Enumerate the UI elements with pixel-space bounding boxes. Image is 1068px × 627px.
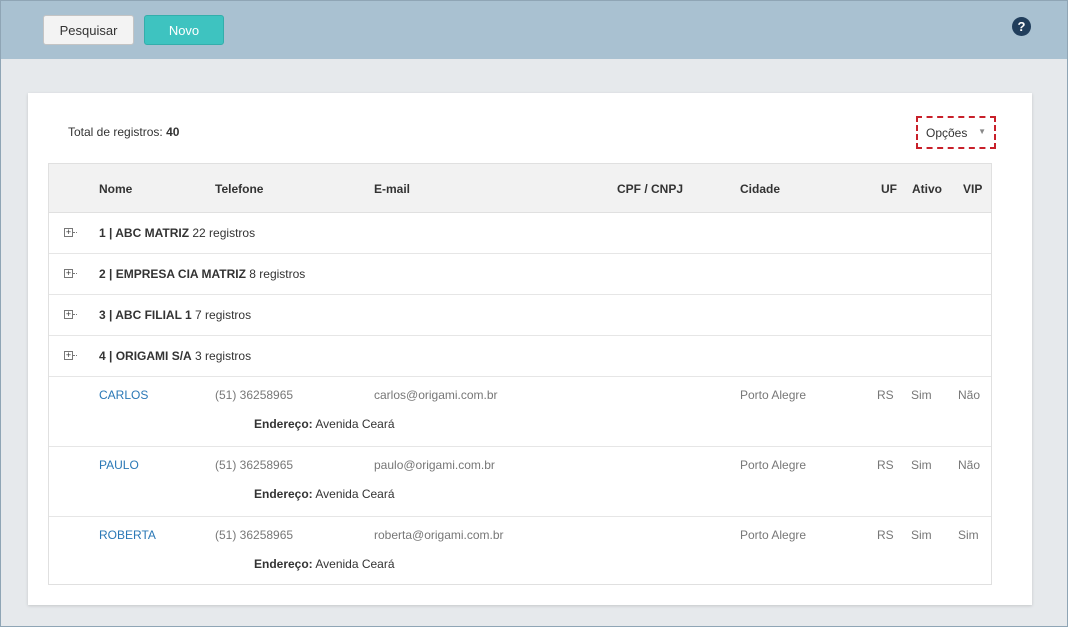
chevron-down-icon: ▼	[978, 127, 986, 136]
group-row[interactable]: + 2 | EMPRESA CIA MATRIZ 8 registros	[49, 253, 991, 295]
record-vip: Sim	[958, 528, 979, 542]
header-vip[interactable]: VIP	[963, 182, 982, 196]
record-city: Porto Alegre	[740, 388, 807, 402]
table-header: Nome Telefone E-mail CPF / CNPJ Cidade U…	[49, 164, 991, 213]
record-name-link[interactable]: CARLOS	[99, 388, 148, 402]
address-value: Avenida Ceará	[315, 487, 395, 501]
group-title: 4 | ORIGAMI S/A	[99, 349, 192, 363]
total-records-label: Total de registros:	[68, 125, 163, 139]
new-button[interactable]: Novo	[144, 15, 224, 45]
record-active: Sim	[911, 528, 932, 542]
header-email[interactable]: E-mail	[374, 182, 410, 196]
record-email: paulo@origami.com.br	[374, 458, 495, 472]
table-row[interactable]: ROBERTA (51) 36258965 roberta@origami.co…	[49, 516, 991, 586]
record-address: Endereço: Avenida Ceará	[254, 557, 395, 571]
record-address: Endereço: Avenida Ceará	[254, 417, 395, 431]
group-label: 1 | ABC MATRIZ 22 registros	[99, 226, 255, 240]
toolbar: Pesquisar Novo ?	[1, 1, 1067, 59]
search-button[interactable]: Pesquisar	[43, 15, 134, 45]
group-row[interactable]: + 3 | ABC FILIAL 1 7 registros	[49, 294, 991, 336]
record-active: Sim	[911, 388, 932, 402]
group-label: 2 | EMPRESA CIA MATRIZ 8 registros	[99, 267, 305, 281]
address-label: Endereço:	[254, 487, 313, 501]
record-name-link[interactable]: ROBERTA	[99, 528, 156, 542]
group-count: 22 registros	[192, 226, 256, 240]
record-name-link[interactable]: PAULO	[99, 458, 139, 472]
group-count: 3 registros	[195, 349, 252, 363]
expand-icon[interactable]: +	[64, 310, 77, 319]
app-window: Pesquisar Novo ? Total de registros: 40 …	[0, 0, 1068, 627]
expand-icon[interactable]: +	[64, 351, 77, 360]
record-phone: (51) 36258965	[215, 528, 294, 542]
expand-icon[interactable]: +	[64, 228, 77, 237]
table-row[interactable]: PAULO (51) 36258965 paulo@origami.com.br…	[49, 446, 991, 517]
record-city: Porto Alegre	[740, 458, 807, 472]
help-icon[interactable]: ?	[1012, 17, 1031, 36]
record-vip: Não	[958, 458, 981, 472]
total-records-value: 40	[166, 125, 180, 139]
address-value: Avenida Ceará	[315, 557, 395, 571]
record-phone: (51) 36258965	[215, 458, 294, 472]
header-uf[interactable]: UF	[881, 182, 897, 196]
group-title: 3 | ABC FILIAL 1	[99, 308, 192, 322]
record-uf: RS	[877, 458, 894, 472]
group-row[interactable]: + 4 | ORIGAMI S/A 3 registros	[49, 335, 991, 377]
options-label: Opções	[926, 125, 968, 140]
header-cpf-cnpj[interactable]: CPF / CNPJ	[617, 182, 683, 196]
options-dropdown[interactable]: Opções ▼	[916, 116, 996, 149]
record-email: roberta@origami.com.br	[374, 528, 504, 542]
group-title: 1 | ABC MATRIZ	[99, 226, 190, 240]
record-city: Porto Alegre	[740, 528, 807, 542]
record-uf: RS	[877, 528, 894, 542]
record-address: Endereço: Avenida Ceará	[254, 487, 395, 501]
group-label: 3 | ABC FILIAL 1 7 registros	[99, 308, 251, 322]
group-title: 2 | EMPRESA CIA MATRIZ	[99, 267, 246, 281]
record-uf: RS	[877, 388, 894, 402]
table-row[interactable]: CARLOS (51) 36258965 carlos@origami.com.…	[49, 376, 991, 447]
record-vip: Não	[958, 388, 981, 402]
header-telefone[interactable]: Telefone	[215, 182, 263, 196]
record-active: Sim	[911, 458, 932, 472]
results-panel: Total de registros: 40 Opções ▼ Nome Tel…	[28, 93, 1032, 605]
address-label: Endereço:	[254, 417, 313, 431]
record-email: carlos@origami.com.br	[374, 388, 498, 402]
expand-icon[interactable]: +	[64, 269, 77, 278]
header-nome[interactable]: Nome	[99, 182, 132, 196]
group-count: 7 registros	[195, 308, 252, 322]
records-table: Nome Telefone E-mail CPF / CNPJ Cidade U…	[48, 163, 992, 585]
total-records: Total de registros: 40	[68, 125, 179, 139]
header-cidade[interactable]: Cidade	[740, 182, 780, 196]
group-count: 8 registros	[249, 267, 306, 281]
record-phone: (51) 36258965	[215, 388, 294, 402]
group-row[interactable]: + 1 | ABC MATRIZ 22 registros	[49, 212, 991, 254]
address-label: Endereço:	[254, 557, 313, 571]
header-ativo[interactable]: Ativo	[912, 182, 942, 196]
address-value: Avenida Ceará	[315, 417, 395, 431]
group-label: 4 | ORIGAMI S/A 3 registros	[99, 349, 251, 363]
